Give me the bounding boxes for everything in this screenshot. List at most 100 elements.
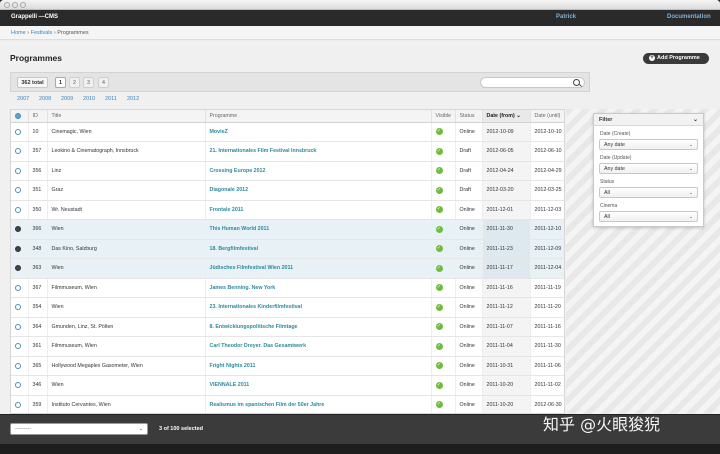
cell-programme[interactable]: Crossing Europe 2012: [205, 161, 432, 181]
year-link[interactable]: 2009: [61, 96, 73, 102]
table-row[interactable]: 361 Filmmuseum, Wien Carl Theodor Dreyer. …: [11, 336, 564, 357]
cell-select[interactable]: [11, 395, 29, 413]
chevron-down-icon[interactable]: ⌄: [693, 116, 698, 123]
cell-select[interactable]: [11, 122, 29, 142]
cell-select[interactable]: [11, 141, 29, 162]
table-row[interactable]: 365 Hollywood Megaplex Gasometer, Wien Fri…: [11, 356, 564, 376]
add-programme-button[interactable]: + Add Programme: [643, 53, 709, 64]
column-header-visible[interactable]: Visible: [431, 110, 456, 123]
table-row[interactable]: 351 Graz Diagonale 2012 ✓ Draft 2012-03-20 201…: [11, 180, 564, 201]
table-row[interactable]: 354 Wien 23. Internationales Kinderfilmfes…: [11, 297, 564, 318]
column-header-status[interactable]: Status: [455, 110, 483, 123]
cell-select[interactable]: [11, 200, 29, 220]
close-window-icon[interactable]: [4, 2, 10, 8]
column-header-date-from[interactable]: Date (from) ⌄: [482, 110, 531, 123]
year-link[interactable]: 2011: [105, 96, 117, 102]
page-link-2[interactable]: 2: [69, 77, 80, 88]
row-select-radio-icon[interactable]: [15, 148, 21, 155]
bulk-action-select[interactable]: --------- ⌄: [10, 423, 148, 435]
page-link-1[interactable]: 1: [55, 77, 66, 88]
documentation-link[interactable]: Documentation: [667, 14, 711, 20]
cell-programme[interactable]: MovieZ: [205, 122, 432, 142]
cell-select[interactable]: [11, 297, 29, 318]
table-row[interactable]: 363 Wien Jüdisches Filmfestival Wien 2011 ✓…: [11, 258, 564, 279]
row-select-radio-icon[interactable]: [15, 362, 21, 369]
zoom-window-icon[interactable]: [20, 2, 26, 8]
page-link-4[interactable]: 4: [98, 77, 109, 88]
cell-programme[interactable]: 23. Internationales Kinderfilmfestival: [205, 297, 432, 318]
search-input[interactable]: [480, 77, 585, 88]
filter-select-date-update[interactable]: Any date ⌄: [599, 163, 698, 174]
filter-header[interactable]: Filter ⌄: [594, 114, 703, 126]
row-select-radio-icon[interactable]: [15, 323, 21, 330]
cell-select[interactable]: [11, 375, 29, 396]
year-link[interactable]: 2010: [83, 96, 95, 102]
cell-programme[interactable]: 21. Internationales Film Festival Innsbr…: [205, 141, 432, 162]
row-select-radio-icon[interactable]: [15, 226, 21, 233]
page-link-3[interactable]: 3: [83, 77, 94, 88]
table-row[interactable]: 348 Das Kino, Salzburg 18. Bergfilmfestiva…: [11, 239, 564, 259]
minimize-window-icon[interactable]: [12, 2, 18, 8]
row-select-radio-icon[interactable]: [15, 167, 21, 174]
cell-programme[interactable]: James Benning. New York: [205, 278, 432, 298]
year-link[interactable]: 2012: [127, 96, 139, 102]
column-header-id[interactable]: ID: [28, 110, 48, 123]
table-row[interactable]: 357 Leokino & Cinematograph, Innsbruck 21.…: [11, 141, 564, 162]
table-row[interactable]: 364 Gmunden, Linz, St. Pölten 8. Entwicklu…: [11, 317, 564, 337]
cell-select[interactable]: [11, 161, 29, 181]
select-all-radio-icon[interactable]: [15, 112, 21, 119]
cell-date-until: 2011-12-10: [530, 219, 564, 240]
cell-programme[interactable]: This Human World 2011: [205, 219, 432, 240]
cell-select[interactable]: [11, 278, 29, 298]
table-row[interactable]: 356 Linz Crossing Europe 2012 ✓ Draft 2012-04…: [11, 161, 564, 181]
column-header-programme[interactable]: Programme: [205, 110, 432, 123]
row-select-radio-icon[interactable]: [15, 128, 21, 135]
cell-programme[interactable]: Fright Nights 2011: [205, 356, 432, 376]
cell-programme[interactable]: Frontale 2011: [205, 200, 432, 220]
table-row[interactable]: 367 Filmmuseum, Wien James Benning. New Yo…: [11, 278, 564, 298]
table-row[interactable]: 10 Cinemagic, Wien MovieZ ✓ Online 2012-10-09…: [11, 122, 564, 142]
cell-select[interactable]: [11, 258, 29, 279]
cell-select[interactable]: [11, 317, 29, 337]
search-icon[interactable]: [573, 79, 580, 86]
select-all-header[interactable]: [11, 110, 29, 123]
row-select-radio-icon[interactable]: [15, 206, 21, 213]
year-link[interactable]: 2008: [39, 96, 51, 102]
cell-programme[interactable]: 8. Entwicklungspolitische Filmtage: [205, 317, 432, 337]
cell-select[interactable]: [11, 219, 29, 240]
row-select-radio-icon[interactable]: [15, 265, 21, 272]
row-select-radio-icon[interactable]: [15, 284, 21, 291]
cell-select[interactable]: [11, 356, 29, 376]
cell-programme[interactable]: Diagonale 2012: [205, 180, 432, 201]
breadcrumb-home[interactable]: Home: [11, 30, 26, 36]
cell-programme[interactable]: VIENNALE 2011: [205, 375, 432, 396]
table-row[interactable]: 366 Wien This Human World 2011 ✓ Online 2011-…: [11, 219, 564, 240]
cell-programme[interactable]: Jüdisches Filmfestival Wien 2011: [205, 258, 432, 279]
cell-programme[interactable]: 18. Bergfilmfestival: [205, 239, 432, 259]
column-header-title[interactable]: Title: [47, 110, 206, 123]
row-select-radio-icon[interactable]: [15, 187, 21, 194]
cell-date-from: 2011-11-04: [482, 336, 531, 357]
cell-select[interactable]: [11, 239, 29, 259]
row-select-radio-icon[interactable]: [15, 343, 21, 350]
column-header-date-until[interactable]: Date (until): [530, 110, 564, 123]
filter-select-date-create[interactable]: Any date ⌄: [599, 139, 698, 150]
filter-select-status[interactable]: All ⌄: [599, 187, 698, 198]
table-row[interactable]: 359 Instituto Cervantes, Wien Realismus im…: [11, 395, 564, 413]
row-select-radio-icon[interactable]: [15, 304, 21, 311]
user-menu-link[interactable]: Patrick: [556, 14, 576, 20]
row-select-radio-icon[interactable]: [15, 401, 21, 408]
cell-programme[interactable]: Realismus im spanischen Film der 50er Ja…: [205, 395, 432, 413]
cell-select[interactable]: [11, 180, 29, 201]
cell-select[interactable]: [11, 336, 29, 357]
breadcrumb-festivals[interactable]: Festivals: [31, 30, 53, 36]
year-link[interactable]: 2007: [17, 96, 29, 102]
table-row[interactable]: 346 Wien VIENNALE 2011 ✓ Online 2011-10-20 201…: [11, 375, 564, 396]
filter-select-cinema[interactable]: All ⌄: [599, 211, 698, 222]
cell-programme[interactable]: Carl Theodor Dreyer. Das Gesamtwerk: [205, 336, 432, 357]
cell-date-until: 2011-12-09: [530, 239, 564, 259]
row-select-radio-icon[interactable]: [15, 245, 21, 252]
table-row[interactable]: 350 Wr. Neustadt Frontale 2011 ✓ Online 2011-…: [11, 200, 564, 220]
brand-title[interactable]: Grappelli —CMS: [11, 14, 58, 20]
row-select-radio-icon[interactable]: [15, 382, 21, 389]
